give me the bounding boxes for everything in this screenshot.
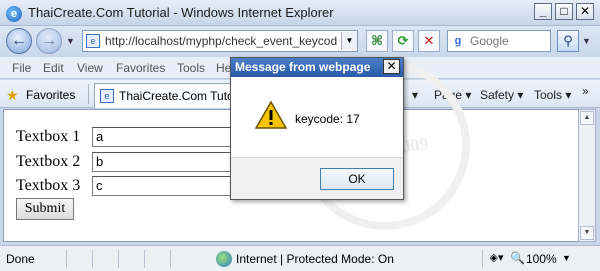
maximize-button[interactable]: □	[555, 3, 573, 20]
safety-menu-label: Safety	[480, 88, 515, 102]
address-input[interactable]: e http://localhost/myphp/check_event_key…	[82, 30, 358, 52]
forward-arrow-icon[interactable]: →	[36, 28, 62, 54]
back-arrow-icon[interactable]: ←	[6, 28, 32, 54]
stop-icon[interactable]: ✕	[418, 30, 440, 52]
warning-icon	[255, 100, 287, 129]
status-pane	[144, 250, 166, 268]
globe-icon	[216, 251, 232, 267]
tools-menu[interactable]: Tools ▾	[534, 88, 571, 102]
textbox-1[interactable]: a	[92, 127, 242, 147]
dialog-close-icon[interactable]: ✕	[383, 59, 400, 74]
scroll-up-icon[interactable]: ▲	[580, 111, 594, 125]
status-pane	[66, 250, 88, 268]
tab-page-icon: e	[100, 89, 114, 103]
title-bar: e ThaiCreate.Com Tutorial - Windows Inte…	[0, 0, 600, 26]
favorites-button[interactable]: Favorites	[26, 88, 75, 102]
tab-thaicreate[interactable]: e ThaiCreate.Com Tutoria	[94, 83, 234, 108]
rss-icon[interactable]: ⌘	[366, 30, 388, 52]
menu-edit[interactable]: Edit	[43, 61, 64, 75]
minimize-button[interactable]: _	[534, 3, 552, 20]
star-icon[interactable]: ★	[6, 87, 19, 104]
tab-label: ThaiCreate.Com Tutoria	[119, 89, 231, 103]
ie-app-icon: e	[6, 6, 22, 22]
menu-view[interactable]: View	[77, 61, 103, 75]
status-pane	[118, 250, 140, 268]
separator	[88, 84, 89, 104]
menu-file[interactable]: File	[12, 61, 31, 75]
dialog-message: keycode: 17	[295, 112, 360, 126]
vertical-scrollbar[interactable]: ▲ ▼	[578, 109, 596, 242]
textbox-2-label: Textbox 2	[16, 153, 81, 170]
ok-button[interactable]: OK	[320, 168, 394, 190]
search-icon[interactable]: ⚲	[557, 30, 579, 52]
safety-menu[interactable]: Safety ▾	[480, 88, 523, 102]
tools-menu-label: Tools	[534, 88, 563, 102]
protected-mode-icon[interactable]: ◈▾	[482, 250, 510, 268]
close-window-button[interactable]: ✕	[576, 3, 594, 20]
menu-tools[interactable]: Tools	[177, 61, 205, 75]
alert-dialog: Message from webpage ✕ keycode: 17 OK	[230, 57, 404, 200]
dialog-title: Message from webpage	[235, 60, 371, 74]
security-zone[interactable]: Internet | Protected Mode: On	[236, 252, 394, 266]
zoom-level[interactable]: 100%	[526, 252, 557, 266]
overflow-chevron-icon[interactable]: »	[582, 84, 589, 98]
submit-button[interactable]: Submit	[16, 198, 74, 220]
textbox-3-label: Textbox 3	[16, 177, 81, 194]
refresh-icon[interactable]: ⟳	[392, 30, 414, 52]
status-text: Done	[6, 252, 35, 266]
history-dropdown-icon[interactable]: ▼	[66, 36, 75, 46]
textbox-1-label: Textbox 1	[16, 128, 81, 145]
address-text: http://localhost/myphp/check_event_keyco…	[105, 34, 337, 48]
search-placeholder: Google	[470, 34, 509, 48]
address-toolbar: ← → ▼ e http://localhost/myphp/check_eve…	[0, 26, 600, 56]
textbox-2[interactable]: b	[92, 152, 242, 172]
status-pane	[92, 250, 114, 268]
zoom-icon[interactable]: 🔍	[510, 251, 525, 265]
dialog-footer: OK	[231, 157, 403, 199]
dialog-title-bar[interactable]: Message from webpage ✕	[231, 58, 403, 77]
page-icon: e	[86, 34, 100, 48]
search-dropdown-icon[interactable]: ▼	[582, 36, 591, 46]
search-input[interactable]: g Google	[447, 30, 551, 52]
window-title: ThaiCreate.Com Tutorial - Windows Intern…	[28, 5, 334, 20]
menu-favorites[interactable]: Favorites	[116, 61, 165, 75]
status-pane	[170, 250, 192, 268]
status-bar: Done Internet | Protected Mode: On ◈▾ 🔍 …	[0, 245, 600, 271]
google-icon: g	[454, 35, 462, 47]
textbox-3[interactable]: c	[92, 176, 242, 196]
zoom-dropdown-icon[interactable]: ▼	[562, 253, 571, 263]
dialog-body: keycode: 17	[231, 77, 403, 157]
address-dropdown-icon[interactable]: ▼	[341, 32, 357, 50]
scroll-down-icon[interactable]: ▼	[580, 226, 594, 240]
